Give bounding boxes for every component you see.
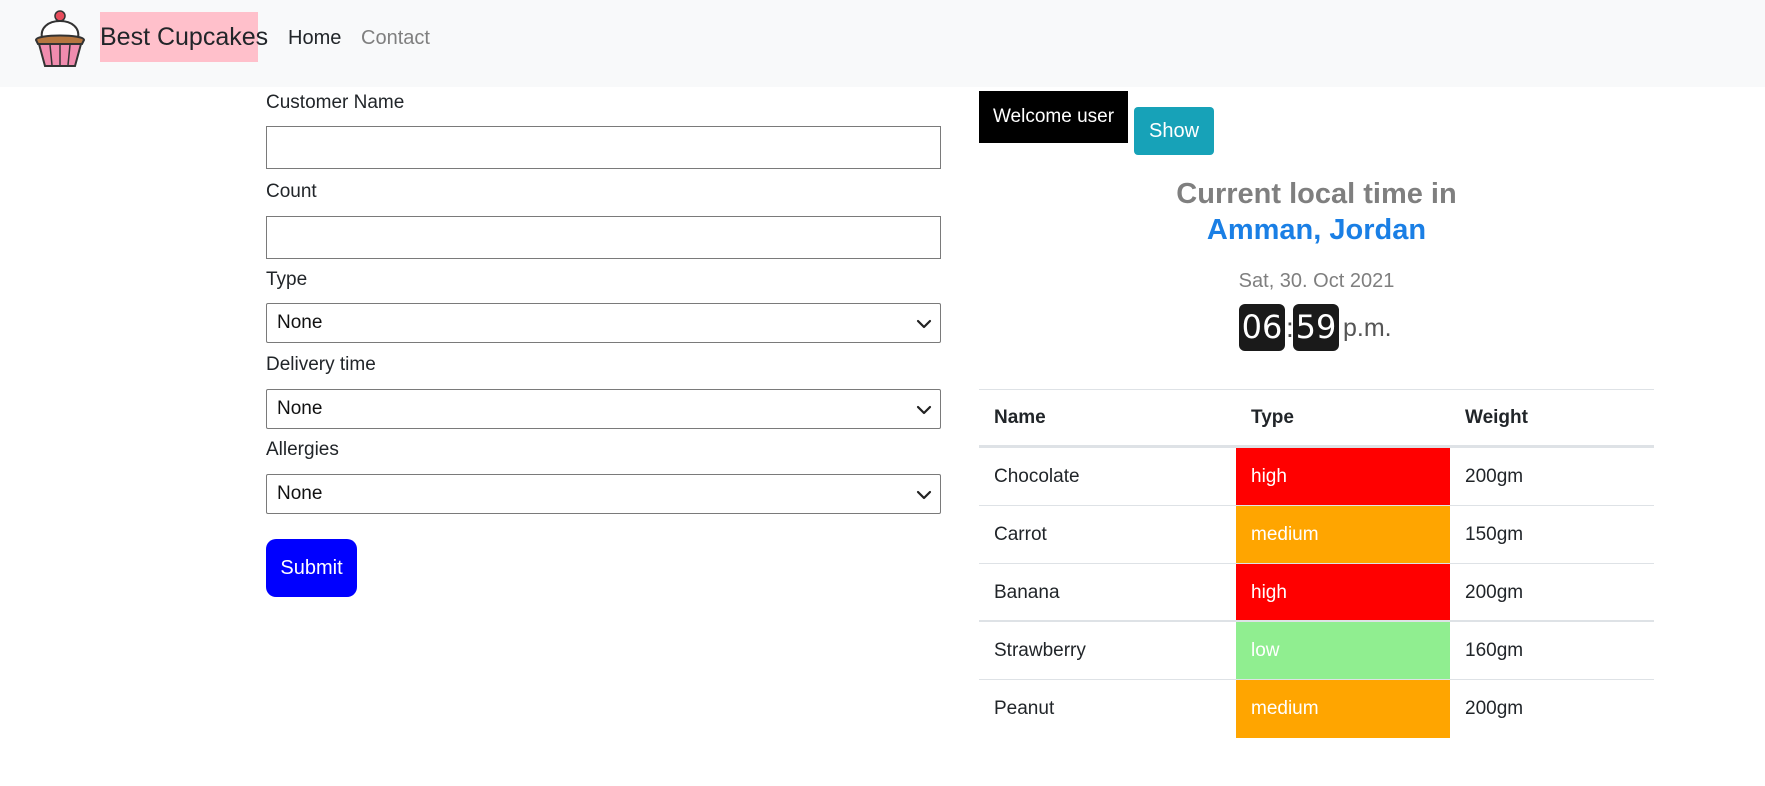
customer-name-label: Customer Name (266, 92, 405, 113)
clock-date: Sat, 30. Oct 2021 (1238, 270, 1395, 292)
table-row: Banana high 200gm (979, 564, 1654, 622)
cell-type: medium (1236, 680, 1450, 738)
cell-weight: 200gm (1465, 698, 1524, 719)
clock-ampm: p.m. (1343, 314, 1392, 342)
clock-minutes: 59 (1293, 304, 1339, 351)
header-name: Name (994, 407, 1046, 428)
clock-hours: 06 (1239, 304, 1285, 351)
clock-title: Current local time in (1176, 178, 1457, 210)
table-row: Carrot medium 150gm (979, 506, 1654, 564)
chevron-down-icon (916, 319, 932, 329)
table-row: Chocolate high 200gm (979, 448, 1654, 506)
cell-type: high (1236, 448, 1450, 505)
delivery-time-select-value: None (277, 398, 323, 419)
header-weight: Weight (1465, 407, 1528, 428)
table-header-row: Name Type Weight (979, 389, 1654, 448)
table-row: Strawberry low 160gm (979, 622, 1654, 680)
count-label: Count (266, 181, 317, 202)
cell-type: medium (1236, 506, 1450, 563)
count-input[interactable] (266, 216, 941, 259)
cell-name: Peanut (994, 698, 1055, 719)
cell-weight: 160gm (1465, 640, 1524, 661)
cell-weight: 200gm (1465, 582, 1524, 603)
customer-name-input[interactable] (266, 126, 941, 169)
cupcake-table: Name Type Weight Chocolate high 200gm Ca… (979, 389, 1654, 738)
cell-type: low (1236, 622, 1450, 679)
brand-name[interactable]: Best Cupcakes (100, 12, 268, 62)
cell-weight: 200gm (1465, 466, 1524, 487)
cell-weight: 150gm (1465, 524, 1524, 545)
allergies-select[interactable]: None (266, 474, 941, 514)
chevron-down-icon (916, 490, 932, 500)
header-type: Type (1251, 407, 1294, 428)
nav-contact-link[interactable]: Contact (361, 25, 430, 51)
type-select[interactable]: None (266, 303, 941, 343)
cell-name: Carrot (994, 524, 1047, 545)
allergies-label: Allergies (266, 439, 339, 460)
navbar: Best Cupcakes Home Contact (0, 0, 1765, 87)
cell-name: Banana (994, 582, 1060, 603)
cupcake-icon[interactable] (30, 8, 90, 68)
submit-button[interactable]: Submit (266, 539, 357, 597)
type-label: Type (266, 269, 308, 290)
nav-home-link[interactable]: Home (288, 25, 341, 51)
clock-city-link[interactable]: Amman, Jordan (979, 212, 1654, 248)
welcome-banner: Welcome user (979, 91, 1128, 143)
allergies-select-value: None (277, 483, 323, 504)
clock-separator: : (1286, 312, 1294, 343)
show-button[interactable]: Show (1134, 107, 1214, 155)
delivery-time-select[interactable]: None (266, 389, 941, 429)
type-select-value: None (277, 312, 323, 333)
delivery-time-label: Delivery time (266, 354, 376, 375)
cell-name: Strawberry (994, 640, 1086, 661)
cell-type: high (1236, 564, 1450, 620)
chevron-down-icon (916, 405, 932, 415)
cell-name: Chocolate (994, 466, 1080, 487)
table-row: Peanut medium 200gm (979, 680, 1654, 738)
